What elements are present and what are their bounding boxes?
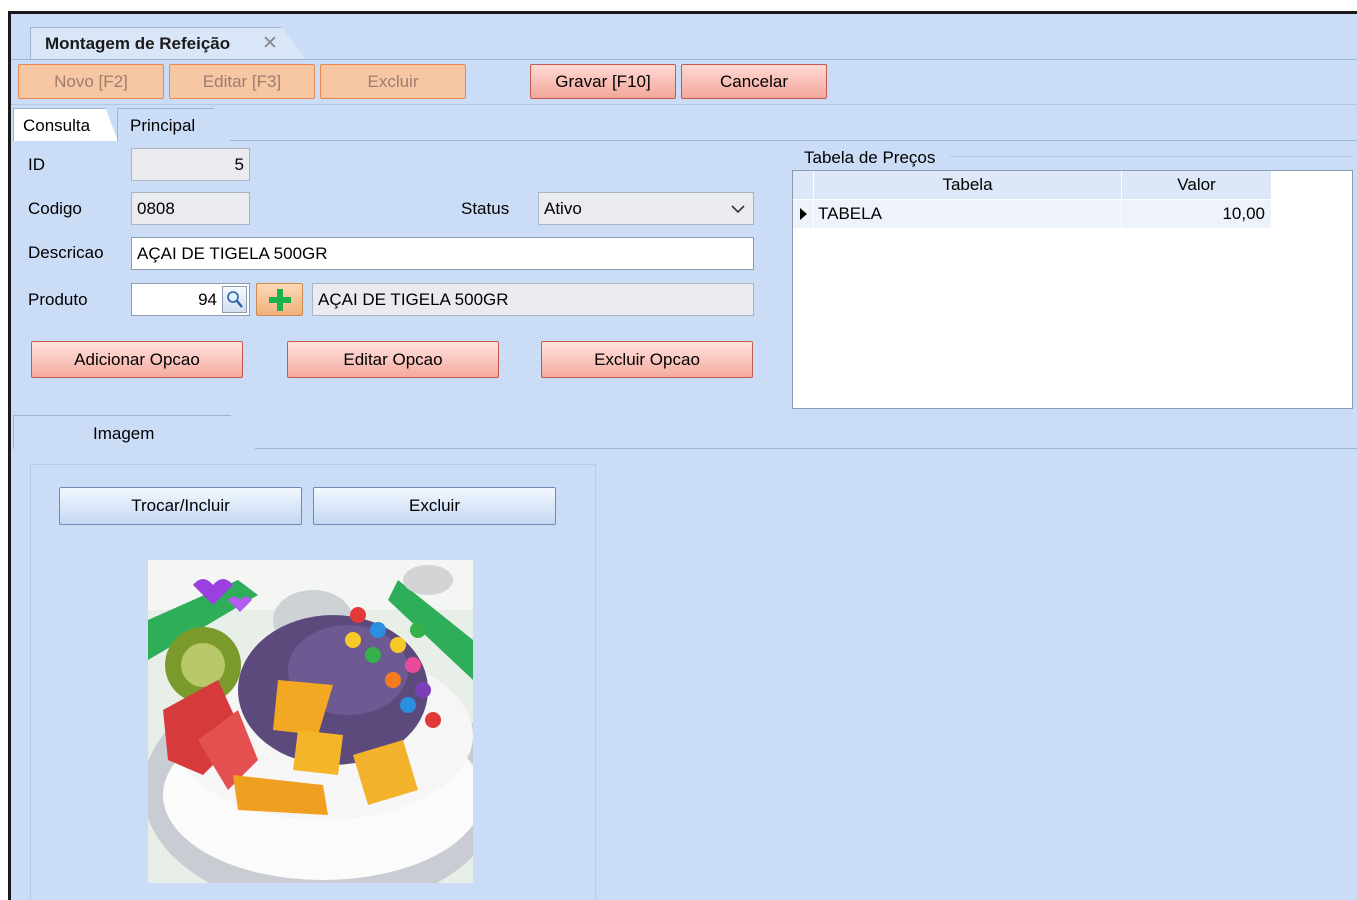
image-tab-baseline [255, 448, 1357, 449]
toolbar-divider [11, 104, 1357, 105]
add-produto-button[interactable] [256, 283, 303, 316]
row-indicator-header [793, 171, 813, 199]
descricao-field[interactable]: AÇAI DE TIGELA 500GR [131, 237, 754, 270]
column-header-valor[interactable]: Valor [1122, 171, 1271, 199]
chevron-down-icon [731, 205, 745, 214]
price-table-title-line [950, 156, 1353, 157]
produto-name-field: AÇAI DE TIGELA 500GR [312, 283, 754, 316]
price-table-title: Tabela de Preços [804, 148, 936, 167]
produto-label: Produto [28, 290, 88, 309]
status-select[interactable]: Ativo [538, 192, 754, 225]
editar-button[interactable]: Editar [F3] [169, 64, 315, 99]
tabs-baseline [230, 140, 1357, 141]
excluir-opcao-button[interactable]: Excluir Opcao [541, 341, 753, 378]
codigo-field[interactable]: 0808 [131, 192, 250, 225]
status-value: Ativo [544, 199, 582, 218]
cancelar-button[interactable]: Cancelar [681, 64, 827, 99]
id-label: ID [28, 155, 45, 174]
tab-imagem-label: Imagem [93, 424, 155, 443]
close-icon[interactable]: ✕ [262, 32, 278, 55]
status-label: Status [461, 199, 510, 218]
gravar-button[interactable]: Gravar [F10] [530, 64, 676, 99]
price-table[interactable]: Tabela Valor TABELA 10,00 [792, 170, 1353, 409]
plus-icon [269, 289, 291, 311]
excluir-button[interactable]: Excluir [320, 64, 466, 99]
codigo-label: Codigo [28, 199, 82, 218]
tab-divider [11, 59, 1357, 60]
tab-consulta[interactable]: Consulta [13, 108, 118, 141]
search-icon[interactable] [222, 286, 247, 313]
editar-opcao-button[interactable]: Editar Opcao [287, 341, 499, 378]
acai-bowl-image [143, 560, 503, 900]
novo-button[interactable]: Novo [F2] [18, 64, 164, 99]
descricao-label: Descricao [28, 243, 104, 262]
table-cell-tabela[interactable]: TABELA [814, 200, 1121, 228]
table-cell-valor[interactable]: 10,00 [1122, 200, 1271, 228]
id-field: 5 [131, 148, 250, 181]
row-pointer-icon [793, 200, 813, 228]
adicionar-opcao-button[interactable]: Adicionar Opcao [31, 341, 243, 378]
trocar-incluir-button[interactable]: Trocar/Incluir [59, 487, 302, 525]
excluir-imagem-button[interactable]: Excluir [313, 487, 556, 525]
column-header-tabela[interactable]: Tabela [814, 171, 1121, 199]
document-tab-title: Montagem de Refeição [45, 34, 231, 53]
